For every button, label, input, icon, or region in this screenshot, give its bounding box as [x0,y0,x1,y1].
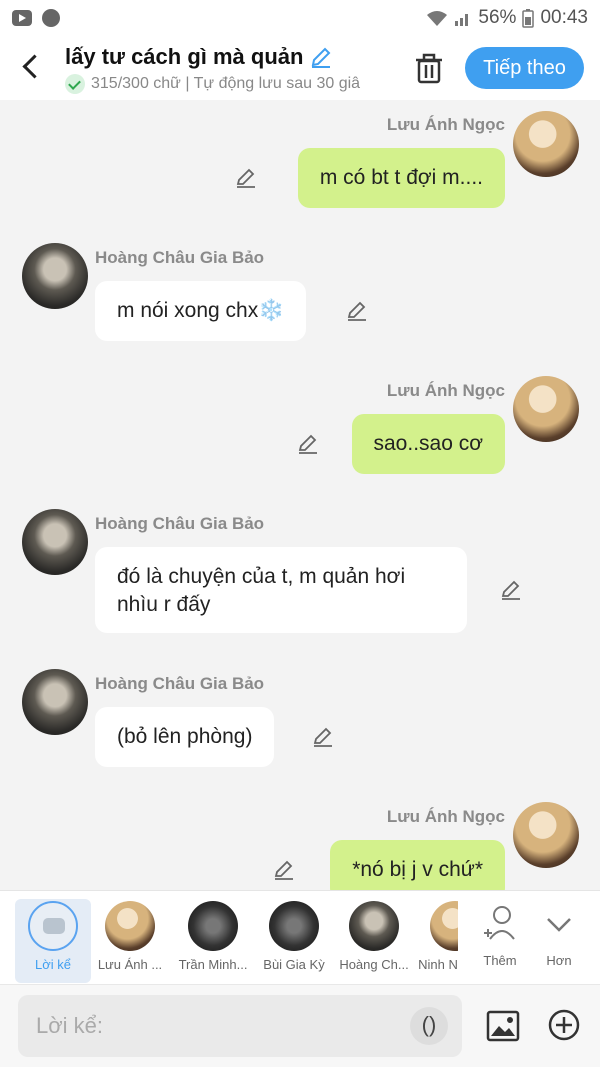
character-item[interactable]: Trần Minh... [175,899,251,983]
character-item[interactable]: Ninh N [418,899,458,983]
edit-icon[interactable] [234,166,258,190]
character-label: Bùi Gia Kỳ [263,957,325,972]
header: lấy tư cách gì mà quản 315/300 chữ | Tự … [0,36,600,100]
character-bar: Lời kể Lưu Ánh ... Trần Minh... Bùi Gia … [0,890,600,984]
edit-icon[interactable] [499,578,523,602]
sender-name: Lưu Ánh Ngọc [386,807,505,826]
battery-icon [522,9,535,28]
avatar [349,901,399,951]
character-label: Trần Minh... [178,957,248,972]
youtube-icon [12,10,32,26]
avatar[interactable] [22,669,88,735]
collapse-button[interactable]: Hơn [526,899,592,983]
character-item[interactable]: Bùi Gia Kỳ [256,899,332,983]
message-bubble[interactable]: m có bt t đợi m.... [297,148,505,208]
input-bar: () [0,984,600,1067]
status-bar: 56% 00:43 [0,0,600,36]
back-button[interactable] [18,52,48,82]
message-bubble[interactable]: *nó bị j v chứ* [330,840,505,890]
narrator-icon [28,901,78,951]
edit-icon[interactable] [311,725,335,749]
check-icon [65,74,85,94]
signal-icon [455,14,469,26]
avatar [430,901,458,951]
avatar [188,901,238,951]
avatar[interactable] [513,111,579,177]
character-label: Ninh N [418,957,458,972]
globe-icon [42,9,60,27]
save-status-text: 315/300 chữ | Tự động lưu sau 30 giâ [91,75,361,92]
sender-name: Lưu Ánh Ngọc [386,381,505,400]
avatar[interactable] [22,509,88,575]
narration-input[interactable] [18,995,462,1057]
chat-area[interactable]: Lưu Ánh Ngọc m có bt t đợi m.... Hoàng C… [0,100,600,890]
message-bubble[interactable]: đó là chuyện của t, m quản hơi nhìu r đấ… [95,547,467,633]
character-narrator[interactable]: Lời kể [15,899,91,983]
avatar [269,901,319,951]
sender-name: Lưu Ánh Ngọc [386,115,505,134]
edit-icon[interactable] [272,858,296,882]
message-bubble[interactable]: m nói xong chx❄️ [95,281,307,341]
sender-name: Hoàng Châu Gia Bảo [95,674,265,693]
add-person-icon [484,906,515,940]
trash-icon[interactable] [414,52,444,84]
add-icon[interactable] [548,1009,580,1041]
story-title[interactable]: lấy tư cách gì mà quản [65,44,333,70]
image-icon[interactable] [486,1009,520,1043]
character-item[interactable]: Lưu Ánh ... [92,899,168,983]
story-title-text: lấy tư cách gì mà quản [65,44,304,69]
avatar[interactable] [513,376,579,442]
edit-icon[interactable] [345,299,369,323]
pencil-icon[interactable] [309,45,333,69]
avatar [105,901,155,951]
battery-percent: 56% [478,7,517,28]
clock: 00:43 [540,7,588,28]
avatar[interactable] [513,802,579,868]
sender-name: Hoàng Châu Gia Bảo [95,248,265,267]
character-label: Hoàng Ch... [339,957,409,972]
character-label: Lời kể [35,957,71,972]
action-parentheses-button[interactable]: () [410,1007,448,1045]
message-bubble[interactable]: (bỏ lên phòng) [95,707,275,767]
edit-icon[interactable] [296,432,320,456]
sender-name: Hoàng Châu Gia Bảo [95,514,265,533]
wifi-icon [427,11,448,26]
message-bubble[interactable]: sao..sao cơ [351,414,505,474]
chevron-down-icon [547,918,571,932]
character-label: Lưu Ánh ... [97,957,163,972]
avatar[interactable] [22,243,88,309]
save-status: 315/300 chữ | Tự động lưu sau 30 giâ [65,74,390,94]
character-item[interactable]: Hoàng Ch... [336,899,412,983]
collapse-label: Hơn [546,953,572,968]
next-button[interactable]: Tiếp theo [465,47,584,89]
